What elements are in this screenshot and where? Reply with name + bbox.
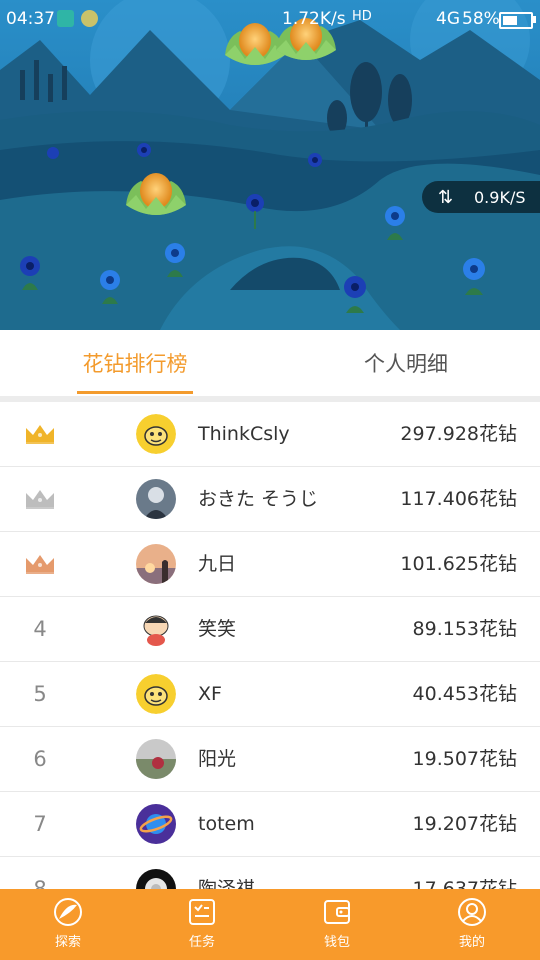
battery-tip bbox=[533, 16, 536, 23]
user-name: おきた そうじ bbox=[198, 488, 319, 510]
bottom-navigation: 探索 任务 钱包 我的 bbox=[0, 889, 540, 960]
battery-percent: 58% bbox=[462, 9, 500, 29]
user-name: 阳光 bbox=[198, 748, 237, 770]
tab-leaderboard[interactable]: 花钻排行榜 bbox=[55, 330, 215, 396]
user-name: 笑笑 bbox=[198, 618, 237, 640]
leaderboard-row[interactable]: 7 totem 19.207花钻 bbox=[0, 792, 540, 857]
profile-icon bbox=[458, 898, 486, 926]
tab-bar: 花钻排行榜 个人明细 bbox=[0, 330, 540, 396]
nav-explore-label: 探索 bbox=[54, 935, 81, 950]
nav-profile[interactable]: 我的 bbox=[422, 889, 522, 960]
hero-illustration bbox=[0, 0, 540, 330]
network-speed: 1.72K/s bbox=[282, 9, 346, 29]
nav-wallet-label: 钱包 bbox=[323, 935, 350, 950]
rank-number: 5 bbox=[33, 682, 47, 706]
nav-profile-label: 我的 bbox=[458, 935, 485, 950]
leaderboard-list: ThinkCsly 297.928花钻 おきた そうじ 117.406花钻九日 101… bbox=[0, 402, 540, 922]
nav-task-label: 任务 bbox=[188, 935, 215, 950]
user-name: 九日 bbox=[198, 553, 237, 575]
avatar[interactable] bbox=[136, 479, 176, 519]
explore-icon bbox=[54, 898, 82, 926]
swap-arrows-icon: ⇅ bbox=[438, 186, 454, 208]
diamond-amount: 19.207花钻 bbox=[412, 813, 517, 835]
nav-wallet[interactable]: 钱包 bbox=[287, 889, 387, 960]
diamond-amount: 297.928花钻 bbox=[400, 423, 517, 445]
rank-number: 4 bbox=[33, 617, 47, 641]
bronze-crown-icon bbox=[0, 532, 80, 596]
task-icon bbox=[189, 899, 215, 925]
wallet-icon bbox=[324, 900, 350, 924]
diamond-amount: 40.453花钻 bbox=[412, 683, 517, 705]
leaderboard-row[interactable]: 5 XF 40.453花钻 bbox=[0, 662, 540, 727]
nav-task[interactable]: 任务 bbox=[152, 889, 252, 960]
avatar[interactable] bbox=[136, 609, 176, 649]
tab-personal-detail[interactable]: 个人明细 bbox=[326, 330, 486, 396]
rank-number: 7 bbox=[33, 812, 47, 836]
leaderboard-row[interactable]: 4 笑笑 89.153花钻 bbox=[0, 597, 540, 662]
leaderboard-row[interactable]: 九日 101.625花钻 bbox=[0, 532, 540, 597]
battery-icon bbox=[499, 12, 533, 29]
diamond-amount: 19.507花钻 bbox=[412, 748, 517, 770]
avatar[interactable] bbox=[136, 739, 176, 779]
speed-indicator[interactable]: ⇅ 0.9K/S bbox=[422, 181, 540, 213]
gold-crown-icon bbox=[0, 402, 80, 466]
avatar[interactable] bbox=[136, 414, 176, 454]
user-name: ThinkCsly bbox=[198, 423, 290, 445]
leaderboard-row[interactable]: ThinkCsly 297.928花钻 bbox=[0, 402, 540, 467]
signal-icon: HD bbox=[352, 9, 372, 24]
status-time: 04:37 bbox=[6, 9, 55, 29]
network-type: 4G bbox=[436, 9, 460, 29]
wallet-app-icon bbox=[81, 10, 98, 27]
user-name: totem bbox=[198, 813, 255, 835]
active-tab-indicator bbox=[77, 391, 193, 394]
status-bar: 04:37 1.72K/s HD 4G 58% bbox=[0, 0, 540, 38]
user-name: XF bbox=[198, 683, 222, 705]
diamond-amount: 117.406花钻 bbox=[400, 488, 517, 510]
avatar[interactable] bbox=[136, 544, 176, 584]
leaderboard-row[interactable]: 6 阳光 19.507花钻 bbox=[0, 727, 540, 792]
avatar[interactable] bbox=[136, 674, 176, 714]
rank-number: 6 bbox=[33, 747, 47, 771]
nav-explore[interactable]: 探索 bbox=[18, 889, 118, 960]
leaderboard-row[interactable]: おきた そうじ 117.406花钻 bbox=[0, 467, 540, 532]
scan-app-icon bbox=[57, 10, 74, 27]
avatar[interactable] bbox=[136, 804, 176, 844]
diamond-amount: 101.625花钻 bbox=[400, 553, 517, 575]
speed-value: 0.9K/S bbox=[474, 187, 526, 207]
diamond-amount: 89.153花钻 bbox=[412, 618, 517, 640]
silver-crown-icon bbox=[0, 467, 80, 531]
